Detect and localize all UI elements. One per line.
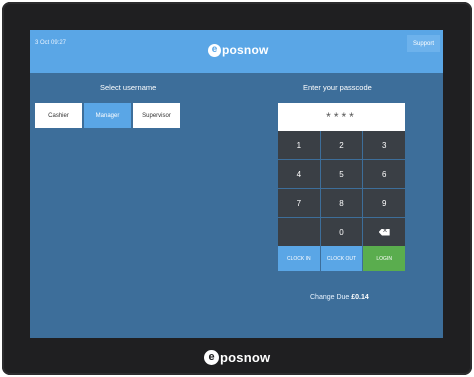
change-due-label: Change Due	[310, 294, 350, 301]
key-7[interactable]: 7	[278, 189, 320, 217]
change-due: Change Due £0.14	[310, 294, 369, 301]
key-blank	[278, 218, 320, 246]
support-button[interactable]: Support	[407, 35, 440, 52]
logo-mark-letter: e	[211, 44, 218, 55]
key-1[interactable]: 1	[278, 131, 320, 159]
user-button-manager[interactable]: Manager	[84, 103, 131, 128]
datetime-label: 3 Oct 09:27	[35, 40, 67, 46]
bezel-logo: e posnow	[204, 348, 270, 366]
bezel-logo-text: posnow	[220, 349, 271, 365]
action-row: CLOCK IN CLOCK OUT LOGIN	[278, 246, 405, 271]
backspace-button[interactable]	[363, 218, 405, 246]
backspace-icon	[378, 228, 390, 236]
clock-in-button[interactable]: CLOCK IN	[278, 246, 320, 271]
passcode-display: ****	[278, 103, 405, 131]
key-2[interactable]: 2	[320, 131, 363, 159]
change-due-amount: £0.14	[351, 294, 369, 301]
login-button[interactable]: LOGIN	[363, 246, 405, 271]
key-6[interactable]: 6	[363, 160, 405, 188]
logo-mark-icon: e	[208, 43, 221, 57]
eposnow-logo: e posnow	[208, 41, 269, 59]
user-button-supervisor[interactable]: Supervisor	[133, 103, 180, 128]
pos-screen: 3 Oct 09:27 e posnow Support Select user…	[30, 30, 443, 338]
key-8[interactable]: 8	[320, 189, 363, 217]
numeric-keypad: 1 2 3 4 5 6 7 8 9 0	[278, 131, 405, 246]
bezel-logo-mark-icon: e	[204, 349, 219, 365]
select-username-title: Select username	[100, 83, 157, 92]
key-3[interactable]: 3	[363, 131, 405, 159]
key-9[interactable]: 9	[363, 189, 405, 217]
key-0[interactable]: 0	[320, 218, 363, 246]
top-bar: 3 Oct 09:27 e posnow Support	[30, 30, 443, 73]
user-button-cashier[interactable]: Cashier	[35, 103, 82, 128]
enter-passcode-title: Enter your passcode	[303, 83, 372, 92]
key-4[interactable]: 4	[278, 160, 320, 188]
key-5[interactable]: 5	[320, 160, 363, 188]
bezel-logo-mark-letter: e	[208, 350, 215, 363]
clock-out-button[interactable]: CLOCK OUT	[320, 246, 363, 271]
logo-text: posnow	[222, 43, 269, 57]
